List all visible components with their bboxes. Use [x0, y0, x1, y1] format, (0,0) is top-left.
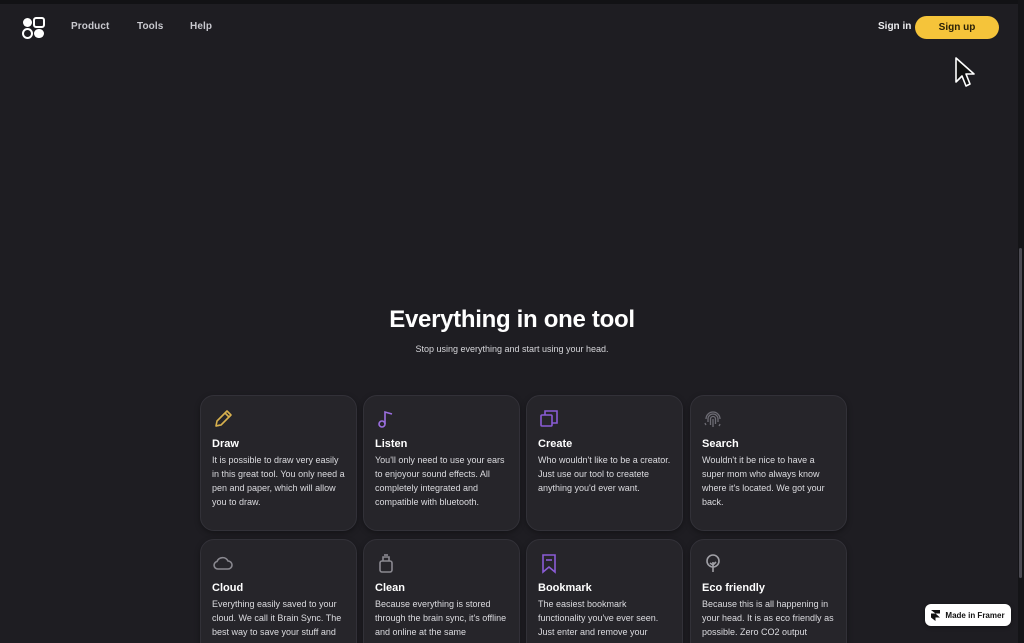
feature-description: You'll only need to use your ears to enj…	[375, 455, 505, 507]
mouse-cursor-icon	[955, 57, 975, 87]
feature-title: Search	[702, 438, 739, 450]
badge-label: Made in Framer	[945, 610, 1005, 620]
scrollbar-thumb[interactable]	[1019, 248, 1022, 578]
feature-title: Cloud	[212, 582, 244, 594]
feature-card-cloud[interactable]: Cloud Everything easily saved to your cl…	[200, 539, 357, 643]
feature-description: Because everything is stored through the…	[375, 599, 507, 637]
feature-description: The easiest bookmark functionality you'v…	[538, 599, 659, 637]
made-in-framer-badge[interactable]: Made in Framer	[925, 604, 1011, 626]
feature-title: Listen	[375, 438, 408, 450]
feature-description: Because this is all happening in your he…	[702, 599, 834, 637]
hero-subtitle: Stop using everything and start using yo…	[415, 344, 609, 354]
framer-logo-icon	[931, 609, 941, 621]
feature-title: Eco friendly	[702, 582, 765, 594]
feature-title: Clean	[375, 582, 405, 594]
feature-card-create[interactable]: Create Who wouldn't like to be a creator…	[526, 395, 683, 531]
nav-link-help[interactable]: Help	[190, 21, 212, 32]
page: Product Tools Help Sign in Sign up Every…	[0, 0, 1024, 643]
bookmark-icon	[542, 554, 556, 574]
feature-card-listen[interactable]: Listen You'll only need to use your ears…	[363, 395, 520, 531]
spray-bottle-icon	[379, 554, 393, 573]
feature-card-clean[interactable]: Clean Because everything is stored throu…	[363, 539, 520, 643]
feature-description: Who wouldn't like to be a creator. Just …	[538, 455, 671, 493]
music-note-icon	[378, 410, 393, 428]
feature-description: Wouldn't it be nice to have a super mom …	[702, 455, 825, 507]
feature-card-draw[interactable]: Draw It is possible to draw very easily …	[200, 395, 357, 531]
feature-card-search[interactable]: Search Wouldn't it be nice to have a sup…	[690, 395, 847, 531]
feature-card-bookmark[interactable]: Bookmark The easiest bookmark functional…	[526, 539, 683, 643]
sign-up-button[interactable]: Sign up	[915, 16, 999, 39]
feature-card-eco-friendly[interactable]: Eco friendly Because this is all happeni…	[690, 539, 847, 643]
sign-in-link[interactable]: Sign in	[878, 21, 911, 32]
top-nav: Product Tools Help Sign in Sign up	[0, 0, 1018, 56]
pencil-icon	[215, 410, 232, 427]
nav-link-product[interactable]: Product	[71, 21, 109, 32]
feature-title: Draw	[212, 438, 239, 450]
feature-description: Everything easily saved to your cloud. W…	[212, 599, 342, 637]
feature-description: It is possible to draw very easily in th…	[212, 455, 345, 507]
feature-title: Create	[538, 438, 573, 450]
brand-logo-icon[interactable]	[22, 17, 46, 39]
nav-link-tools[interactable]: Tools	[137, 21, 163, 32]
hero-title: Everything in one tool	[389, 306, 635, 333]
feature-title: Bookmark	[538, 582, 592, 594]
cloud-icon	[213, 556, 233, 570]
fingerprint-icon	[704, 411, 721, 427]
tree-icon	[706, 554, 720, 572]
copy-icon	[540, 410, 558, 427]
